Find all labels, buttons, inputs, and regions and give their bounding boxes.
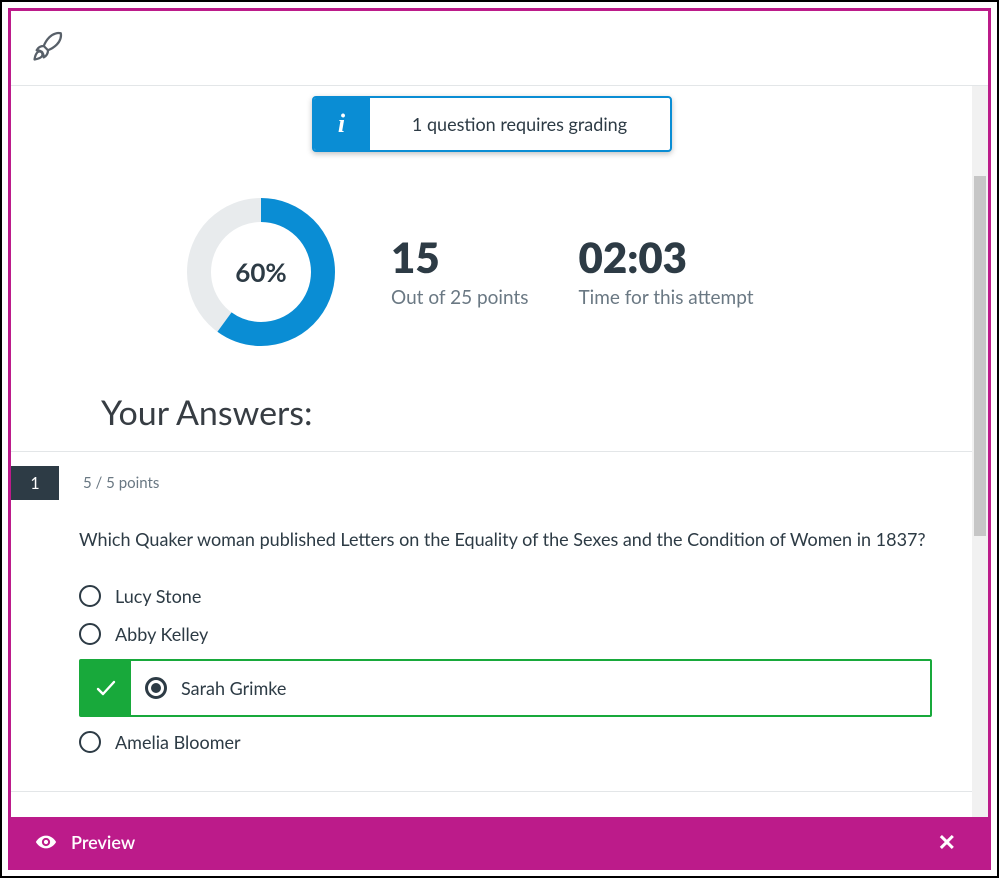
points-stat: 15 Out of 25 points <box>391 236 528 309</box>
question-block: 1 5 / 5 points Which Quaker woman publis… <box>51 452 932 791</box>
points-value: 15 <box>391 236 528 278</box>
choice-label: Amelia Bloomer <box>115 731 241 753</box>
choice-label: Sarah Grimke <box>181 677 286 699</box>
scrollbar[interactable] <box>972 86 988 817</box>
time-stat: 02:03 Time for this attempt <box>578 236 753 309</box>
eye-icon <box>35 831 57 853</box>
info-icon: i <box>314 98 370 150</box>
radio-unchecked-icon <box>79 585 101 607</box>
preview-label: Preview <box>71 831 135 853</box>
choice-list: Lucy Stone Abby Kelley <box>79 577 932 761</box>
radio-checked-icon <box>145 677 167 699</box>
time-subtext: Time for this attempt <box>578 286 753 309</box>
choice-label: Lucy Stone <box>115 585 201 607</box>
time-value: 02:03 <box>578 236 753 278</box>
scrollbar-thumb[interactable] <box>974 176 986 536</box>
preview-bar: Preview ✕ <box>11 817 988 867</box>
divider <box>11 791 972 792</box>
question-text: Which Quaker woman published Letters on … <box>79 526 932 553</box>
choice-option[interactable]: Amelia Bloomer <box>79 723 932 761</box>
score-summary: 60% 15 Out of 25 points 02:03 Time for t… <box>51 172 932 392</box>
score-percent: 60% <box>181 192 341 352</box>
answers-heading: Your Answers: <box>51 392 932 451</box>
points-subtext: Out of 25 points <box>391 286 528 309</box>
rocket-icon[interactable] <box>31 29 65 67</box>
grading-notice: i 1 question requires grading <box>312 96 672 152</box>
question-points: 5 / 5 points <box>83 474 159 492</box>
checkmark-icon <box>81 661 131 715</box>
radio-unchecked-icon <box>79 731 101 753</box>
close-preview-button[interactable]: ✕ <box>930 824 964 860</box>
score-donut: 60% <box>181 192 341 352</box>
choice-option-correct[interactable]: Sarah Grimke <box>79 659 932 717</box>
choice-label: Abby Kelley <box>115 623 208 645</box>
choice-option[interactable]: Lucy Stone <box>79 577 932 615</box>
question-number: 1 <box>11 466 59 500</box>
radio-unchecked-icon <box>79 623 101 645</box>
topbar <box>11 11 988 86</box>
choice-option[interactable]: Abby Kelley <box>79 615 932 653</box>
grading-notice-text: 1 question requires grading <box>370 98 670 150</box>
